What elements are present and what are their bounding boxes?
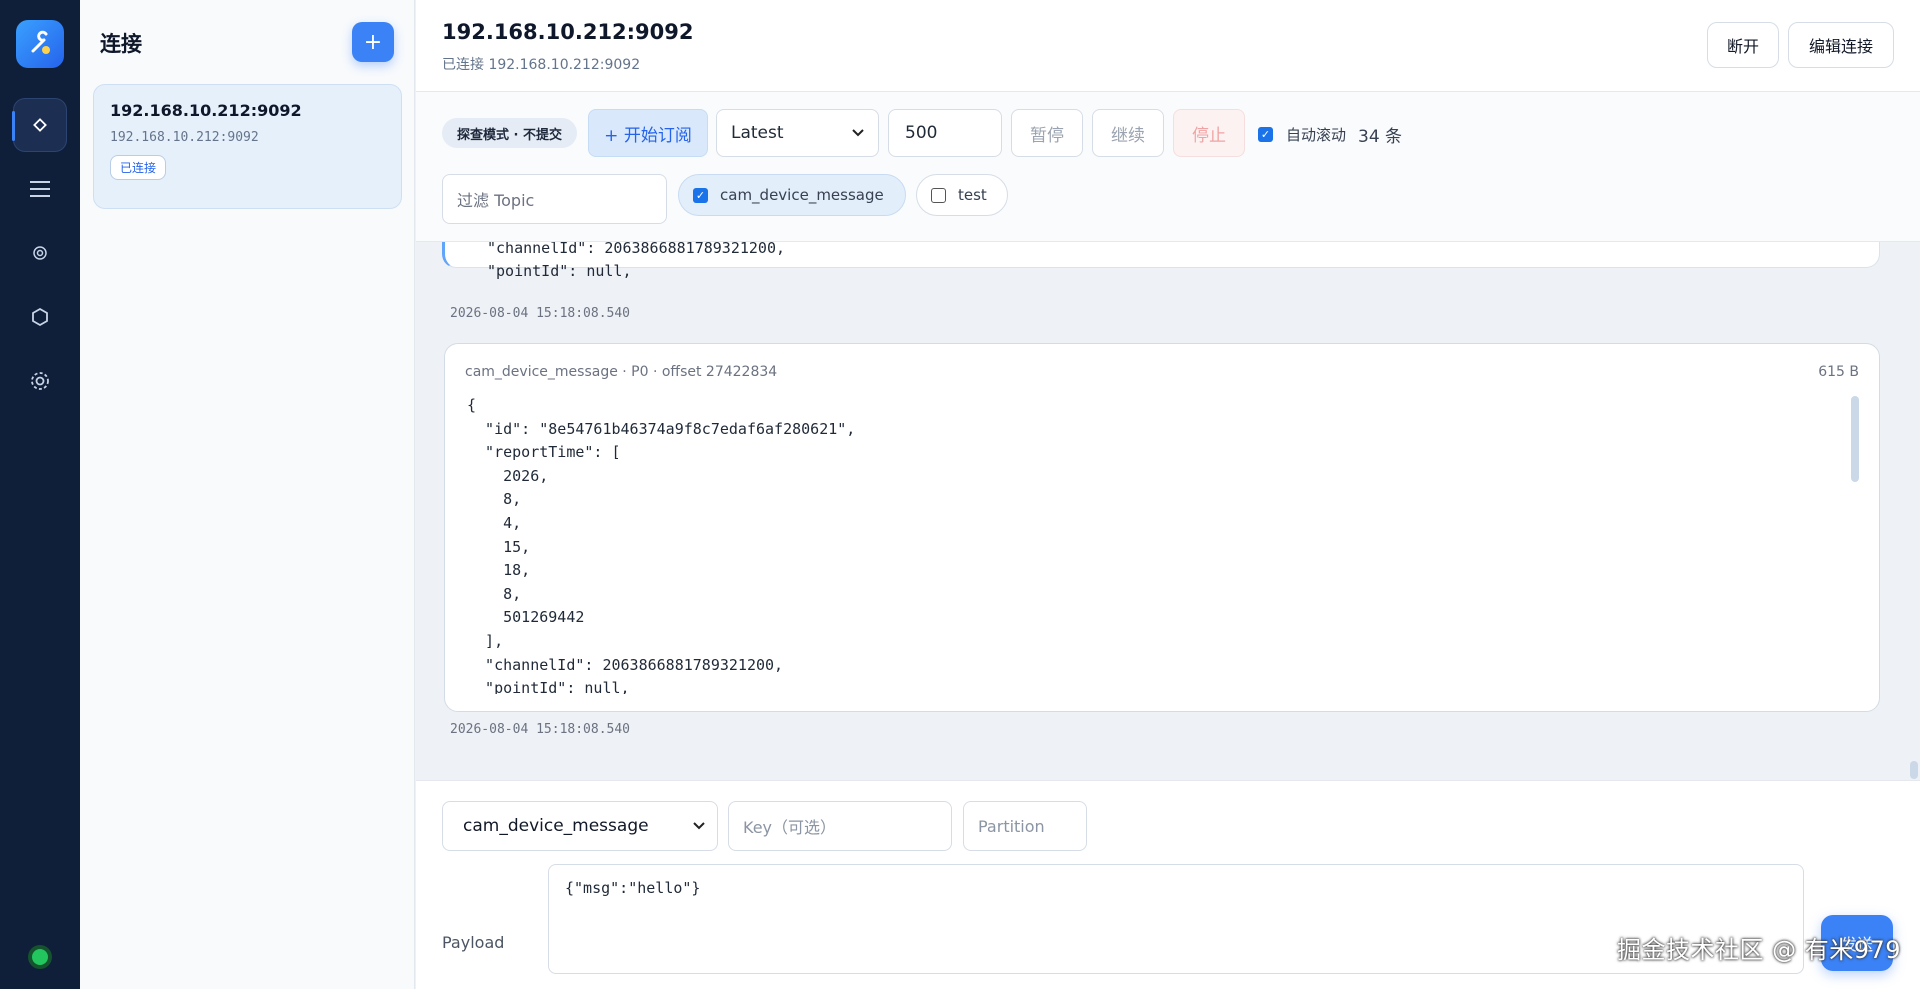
settings-icon[interactable] — [13, 354, 67, 408]
list-scrollbar[interactable] — [1910, 761, 1918, 779]
start-subscribe-button[interactable]: + 开始订阅 — [588, 109, 708, 157]
limit-input[interactable]: 500 — [888, 109, 1002, 157]
mode-badge: 探查模式 · 不提交 — [442, 118, 577, 148]
page-header: 192.168.10.212:9092 已连接 192.168.10.212:9… — [416, 0, 1920, 92]
main-panel: 192.168.10.212:9092 已连接 192.168.10.212:9… — [416, 0, 1920, 989]
topic-label: cam_device_message — [720, 186, 884, 204]
consumer-toolbar: 探查模式 · 不提交 + 开始订阅 Latest 500 暂停 继续 停止 ✓ … — [416, 92, 1920, 242]
online-status-icon — [32, 949, 48, 965]
payload-textarea[interactable]: {"msg":"hello"} — [548, 864, 1804, 974]
connection-name: 192.168.10.212:9092 — [110, 101, 302, 120]
message-body: { "id": "8e54761b46374a9f8c7edaf6af28062… — [467, 396, 856, 694]
key-input[interactable]: Key（可选） — [728, 801, 952, 851]
connection-card[interactable]: 192.168.10.212:9092 192.168.10.212:9092 … — [93, 84, 402, 209]
producer-topic-select[interactable]: cam_device_message — [442, 801, 718, 851]
message-meta: cam_device_message · P0 · offset 2742283… — [465, 364, 778, 380]
payload-label: Payload — [442, 933, 505, 952]
topic-label: test — [958, 186, 987, 204]
auto-scroll-checkbox[interactable]: ✓ — [1258, 127, 1273, 142]
app-logo-icon — [16, 20, 64, 68]
edit-connection-button[interactable]: 编辑连接 — [1788, 22, 1894, 68]
topic-chip-test[interactable]: test — [916, 174, 1008, 216]
resume-button[interactable]: 继续 — [1092, 109, 1164, 157]
auto-scroll-toggle[interactable]: ✓ 自动滚动 34 条 — [1258, 122, 1402, 147]
add-connection-button[interactable]: + — [352, 22, 394, 62]
message-card: cam_device_message · P0 · offset 2742283… — [444, 343, 1880, 712]
list-icon[interactable] — [13, 162, 67, 216]
connection-address: 192.168.10.212:9092 — [110, 130, 259, 145]
connection-status-badge: 已连接 — [110, 155, 167, 180]
message-timestamp: 2026-08-04 15:18:08.540 — [450, 306, 631, 321]
connections-icon[interactable] — [12, 98, 67, 152]
auto-scroll-label: 自动滚动 — [1286, 126, 1347, 144]
offset-select[interactable]: Latest — [716, 109, 879, 157]
topic-filter-input[interactable]: 过滤 Topic — [442, 174, 667, 224]
topic-chip-cam-device-message[interactable]: ✓ cam_device_message — [678, 174, 906, 216]
message-count: 34 条 — [1358, 127, 1403, 147]
chevron-down-icon — [693, 822, 705, 830]
sidebar-title: 连接 — [100, 32, 142, 56]
offset-select-value: Latest — [731, 123, 784, 143]
message-timestamp: 2026-08-04 15:18:08.540 — [450, 722, 631, 737]
message-scrollbar[interactable] — [1851, 396, 1859, 482]
connections-sidebar: 连接 + 192.168.10.212:9092 192.168.10.212:… — [80, 0, 415, 989]
watermark: 掘金技术社区 @ 有米979 — [1617, 936, 1902, 964]
stop-button[interactable]: 停止 — [1173, 109, 1245, 157]
page-subtitle: 已连接 192.168.10.212:9092 — [442, 57, 641, 73]
partition-input[interactable]: Partition — [963, 801, 1087, 851]
disconnect-button[interactable]: 断开 — [1707, 22, 1779, 68]
page-title: 192.168.10.212:9092 — [442, 20, 694, 44]
nav-rail — [0, 0, 80, 989]
target-icon[interactable] — [13, 226, 67, 280]
topic-checkbox[interactable] — [931, 187, 946, 203]
producer-topic-value: cam_device_message — [463, 816, 649, 836]
pause-button[interactable]: 暂停 — [1011, 109, 1083, 157]
message-size: 615 B — [1818, 364, 1859, 380]
message-card-previous: "channelId": 2063866881789321200, "point… — [442, 242, 1880, 280]
message-list[interactable]: "channelId": 2063866881789321200, "point… — [416, 242, 1920, 780]
topic-checkbox[interactable]: ✓ — [693, 187, 708, 203]
chevron-down-icon — [852, 129, 864, 137]
hexagon-icon[interactable] — [13, 290, 67, 344]
